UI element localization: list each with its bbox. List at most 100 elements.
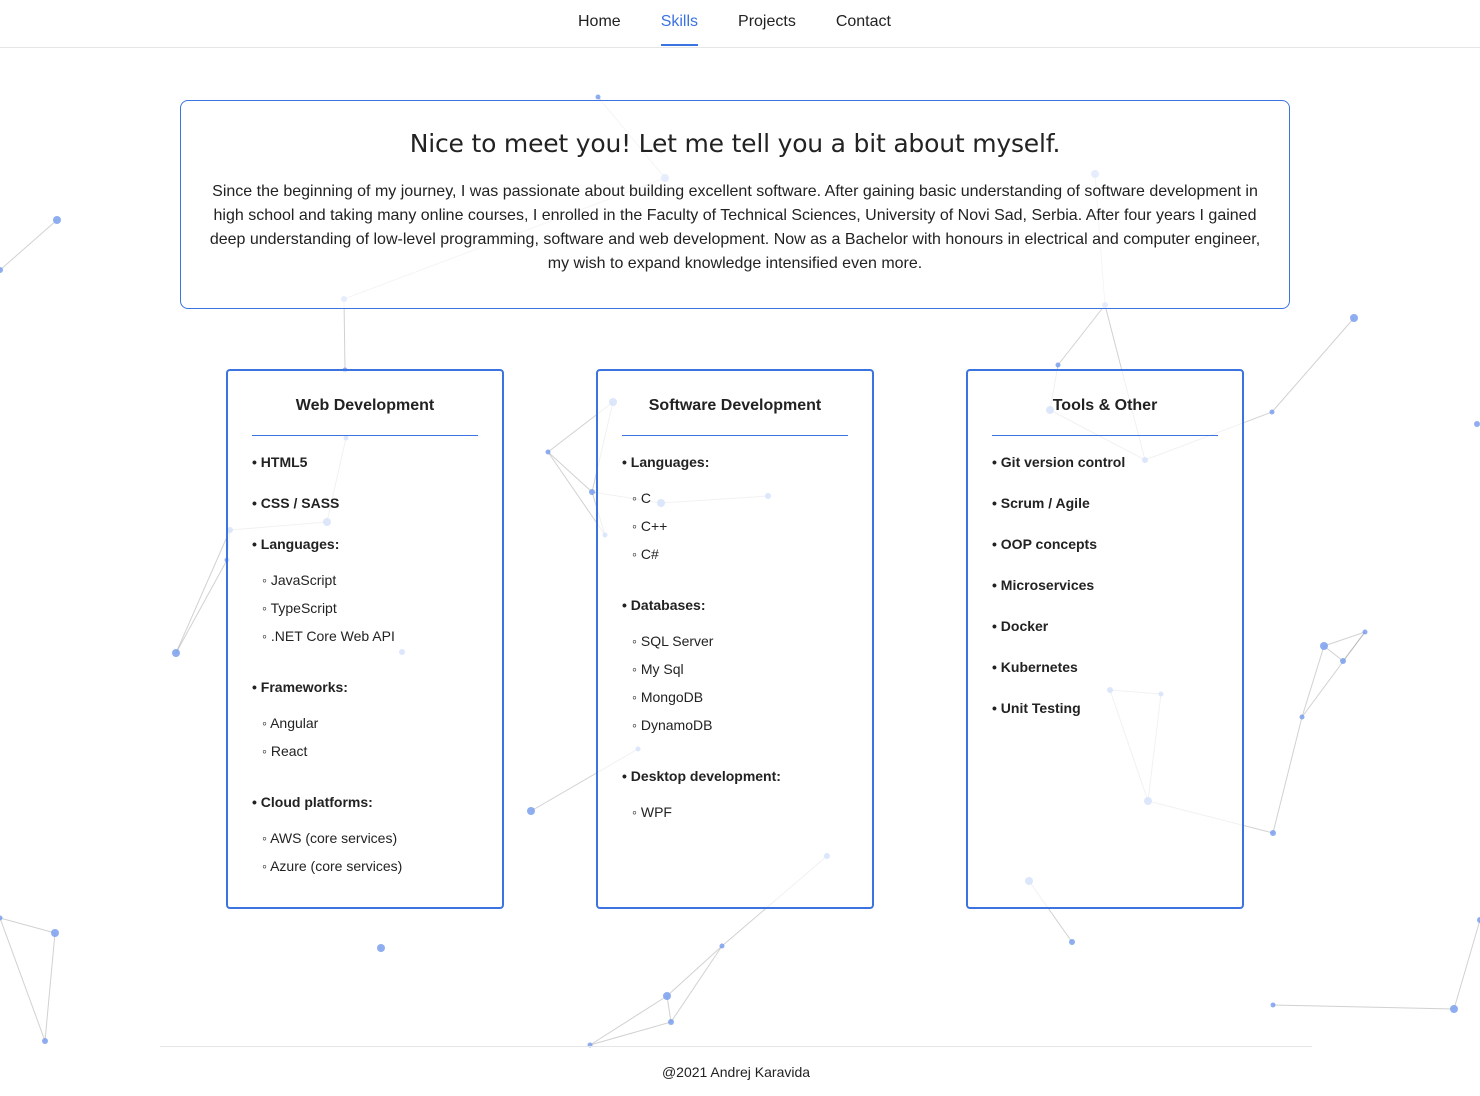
- skill-sub-item: ◦ SQL Server: [632, 633, 714, 649]
- particle-link: [1057, 304, 1106, 366]
- particle-link: [1272, 716, 1303, 834]
- particle-link: [1271, 317, 1355, 413]
- skill-sub-list: ◦ AWS (core services) ◦ Azure (core servi…: [262, 829, 492, 885]
- skill-sub-item: ◦ Angular: [262, 715, 319, 731]
- particle-dot: [545, 449, 551, 455]
- skill-sub-item: ◦ MongoDB: [632, 689, 704, 705]
- skill-sub-item: ◦ DynamoDB: [632, 717, 713, 733]
- particle-dot: [1362, 629, 1368, 635]
- particle-dot: [668, 1019, 674, 1025]
- particle-dot: [172, 649, 180, 657]
- particle-link: [589, 1021, 672, 1046]
- card-divider: [622, 435, 848, 436]
- particle-dot: [1269, 409, 1275, 415]
- particle-link: [1323, 631, 1366, 647]
- skill-list: • HTML5 • CSS / SASS • Languages: ◦ JavaScr…: [252, 453, 492, 908]
- skill-list: • Languages: ◦ C ◦ C++ ◦ C# • Databases: ◦ SQ…: [622, 453, 862, 854]
- skill-item: • Languages:: [622, 454, 710, 470]
- card-divider: [992, 435, 1218, 436]
- footer-copyright: @2021 Andrej Karavida: [661, 1064, 811, 1080]
- particle-dot: [53, 216, 61, 224]
- particle-dot: [1350, 314, 1358, 322]
- skill-sub-list: ◦ JavaScript ◦ TypeScript ◦ .NET Core Web …: [262, 571, 492, 655]
- nav-item-contact[interactable]: Contact: [836, 0, 891, 46]
- particle-dot: [1320, 642, 1328, 650]
- particle-link: [1301, 631, 1366, 718]
- skill-sub-item: ◦ Azure (core services): [262, 858, 403, 874]
- skill-sub-list: ◦ Angular ◦ React: [262, 714, 492, 770]
- particle-link: [0, 917, 56, 934]
- nav-item-home[interactable]: Home: [578, 0, 621, 46]
- particle-dot: [663, 992, 671, 1000]
- particle-dot: [0, 915, 3, 921]
- particle-link: [1272, 1004, 1455, 1010]
- card-title: Web Development: [295, 397, 435, 414]
- intro-text: Since the beginning of my journey, I was…: [209, 183, 1261, 272]
- skill-sub-item: ◦ JavaScript: [262, 572, 337, 588]
- skill-sub-list: ◦ WPF: [632, 803, 862, 831]
- particle-link: [44, 932, 56, 1042]
- skill-item: • Frameworks:: [252, 679, 348, 695]
- skill-card-web-development: Web Development • HTML5 • CSS / SASS • Lan…: [226, 369, 504, 909]
- intro-title: Nice to meet you! Let me tell you a bit …: [409, 129, 1061, 158]
- particle-dot: [1340, 658, 1346, 664]
- skill-card-software-development: Software Development • Languages: ◦ C ◦ C+…: [596, 369, 874, 909]
- particle-dot: [1069, 939, 1075, 945]
- particle-link: [547, 451, 593, 493]
- skill-item: • Scrum / Agile: [992, 495, 1090, 511]
- intro-panel: Nice to meet you! Let me tell you a bit …: [180, 100, 1290, 309]
- particle-link: [1453, 919, 1480, 1010]
- particle-dot: [1055, 362, 1061, 368]
- particle-dot: [377, 944, 385, 952]
- skill-sub-item: ◦ C++: [632, 518, 668, 534]
- particle-link: [0, 219, 58, 271]
- skill-item: • Docker: [992, 618, 1049, 634]
- particle-dot: [595, 94, 601, 100]
- skill-sub-item: ◦ AWS (core services): [262, 830, 398, 846]
- skill-sub-list: ◦ SQL Server ◦ My Sql ◦ MongoDB ◦ DynamoDB: [632, 632, 862, 744]
- skill-sub-item: ◦ C#: [632, 546, 659, 562]
- skill-item: • Git version control: [992, 454, 1126, 470]
- skill-sub-item: ◦ React: [262, 743, 308, 759]
- particle-dot: [1299, 714, 1305, 720]
- page-footer: @2021 Andrej Karavida: [160, 1046, 1312, 1096]
- card-title: Tools & Other: [1052, 397, 1158, 414]
- particle-link: [666, 945, 723, 997]
- skill-item: • OOP concepts: [992, 536, 1098, 552]
- particle-dot: [1270, 1002, 1276, 1008]
- particle-link: [343, 298, 346, 371]
- top-navigation: Home Skills Projects Contact: [0, 0, 1480, 48]
- particle-dot: [1270, 830, 1276, 836]
- skill-sub-list: ◦ C ◦ C++ ◦ C#: [632, 489, 862, 573]
- particle-link: [670, 945, 723, 1023]
- card-divider: [252, 435, 478, 436]
- skill-list: • Git version control • Scrum / Agile • OO…: [992, 453, 1232, 740]
- particle-link: [0, 917, 46, 1042]
- skill-card-tools-other: Tools & Other • Git version control • Scr…: [966, 369, 1244, 909]
- skill-item: • Desktop development:: [622, 768, 781, 784]
- skill-sub-item: ◦ C: [632, 490, 651, 506]
- nav-item-skills[interactable]: Skills: [660, 0, 699, 46]
- particle-dot: [1450, 1005, 1458, 1013]
- particle-link: [1301, 645, 1325, 718]
- particle-dot: [589, 489, 595, 495]
- particle-dot: [1474, 421, 1480, 427]
- skill-sub-item: ◦ .NET Core Web API: [262, 628, 395, 644]
- particle-link: [175, 529, 231, 654]
- skill-item: • CSS / SASS: [252, 495, 340, 511]
- particle-dot: [527, 807, 535, 815]
- particle-dot: [42, 1038, 48, 1044]
- nav-menu: Home Skills Projects Contact: [558, 0, 911, 47]
- card-title: Software Development: [648, 397, 822, 414]
- particle-dot: [719, 943, 725, 949]
- particle-link: [589, 995, 668, 1046]
- skill-item: • HTML5: [252, 454, 308, 470]
- skill-item: • Languages:: [252, 536, 340, 552]
- skill-sub-item: ◦ My Sql: [632, 661, 684, 677]
- skill-sub-item: ◦ WPF: [632, 804, 672, 820]
- skill-sub-item: ◦ TypeScript: [262, 600, 337, 616]
- nav-item-projects[interactable]: Projects: [738, 0, 796, 46]
- skill-item: • Databases:: [622, 597, 706, 613]
- skill-item: • Kubernetes: [992, 659, 1078, 675]
- skill-item: • Cloud platforms:: [252, 794, 373, 810]
